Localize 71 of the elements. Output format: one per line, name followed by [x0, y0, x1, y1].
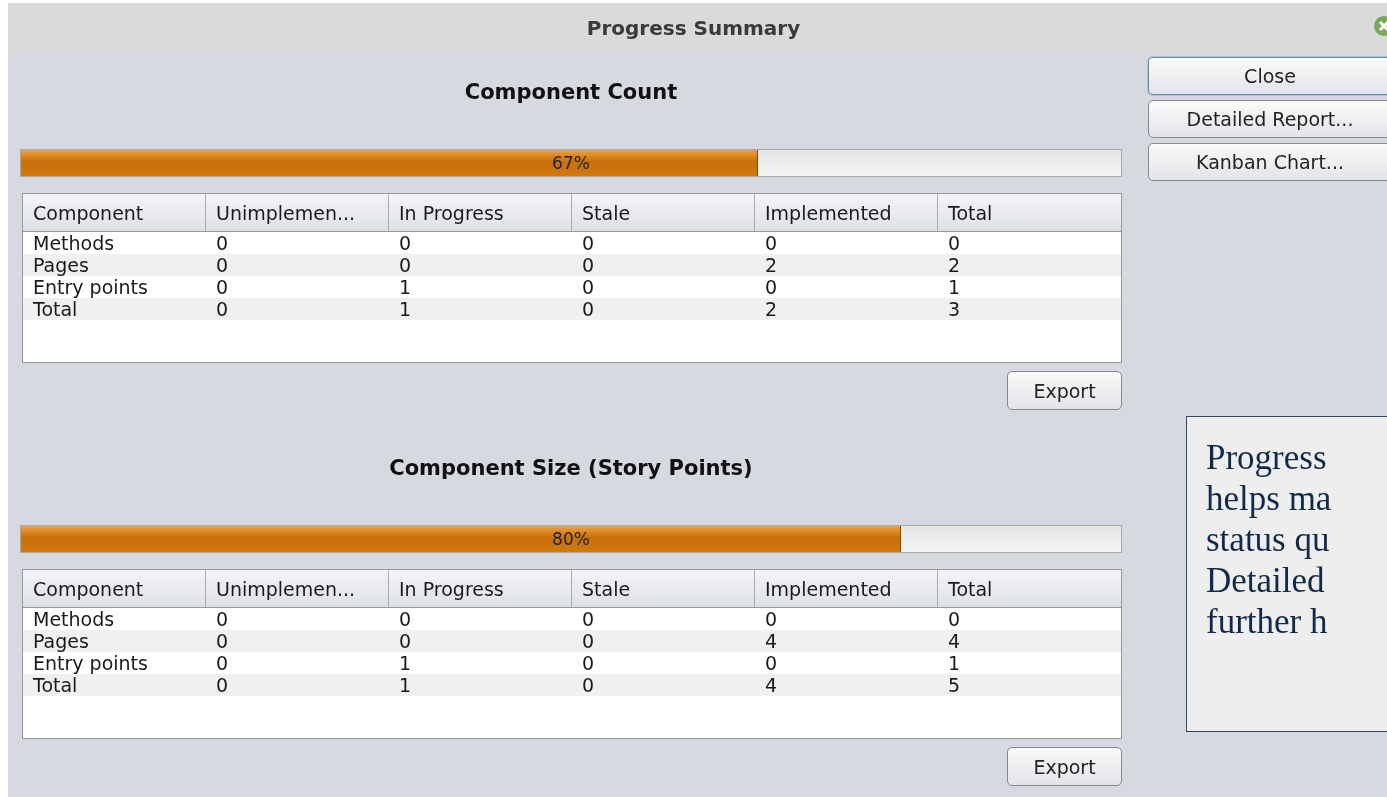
table-cell-text: 0 [581, 674, 596, 696]
table-cell-text: 0 [215, 630, 230, 652]
section-heading: Component Count [463, 80, 679, 106]
column-header[interactable]: In Progress [389, 194, 572, 231]
table-cell-text: 1 [398, 298, 413, 320]
table-cell-text: Pages [32, 254, 90, 276]
table-cell-text: 1 [947, 652, 962, 674]
table-cell-text: 0 [581, 630, 596, 652]
table-cell-text: 0 [764, 276, 779, 298]
column-header[interactable]: Implemented [755, 570, 938, 607]
table-cell-text: 0 [764, 608, 779, 630]
table-cell-text: 0 [581, 276, 596, 298]
table-cell-text: 0 [215, 652, 230, 674]
table-cell-text: 0 [581, 608, 596, 630]
section-heading: Component Size (Story Points) [388, 456, 754, 482]
callout-text: Progress helps ma status qu Detailed further h [1186, 416, 1387, 732]
table-cell-text: 0 [398, 232, 413, 254]
table-cell-text: 0 [398, 630, 413, 652]
column-header[interactable]: Total [938, 570, 1121, 607]
table-cell-text: 0 [215, 674, 230, 696]
column-header[interactable]: Component [23, 570, 206, 607]
table-cell-text: 0 [215, 254, 230, 276]
table-cell-text: 2 [764, 254, 779, 276]
table-cell-text: 4 [764, 674, 779, 696]
table-cell-text: 0 [764, 652, 779, 674]
dialog-button[interactable]: Detailed Report... [1148, 100, 1387, 138]
table-cell-text: Total [32, 674, 79, 696]
export-button[interactable]: Export [1007, 371, 1122, 410]
column-header[interactable]: Stale [572, 570, 755, 607]
column-header[interactable]: Stale [572, 194, 755, 231]
dialog-button[interactable]: Close [1148, 57, 1387, 95]
window-title: Progress Summary [586, 15, 801, 40]
column-header[interactable]: Implemented [755, 194, 938, 231]
export-button[interactable]: Export [1007, 747, 1122, 786]
table-cell-text: 0 [398, 608, 413, 630]
table-cell-text: Entry points [32, 652, 149, 674]
table-cell-text: 0 [764, 232, 779, 254]
column-header[interactable]: Unimplemen... [206, 194, 389, 231]
table-cell-text: 1 [398, 652, 413, 674]
table-cell-text: 0 [581, 232, 596, 254]
table-cell-text: 2 [947, 254, 962, 276]
table-cell-text: Methods [32, 608, 116, 630]
table-cell-text: 0 [581, 652, 596, 674]
table-cell-text: 0 [947, 608, 962, 630]
dialog-button[interactable]: Kanban Chart... [1148, 143, 1387, 181]
column-header[interactable]: Component [23, 194, 206, 231]
table-cell-text: 0 [581, 298, 596, 320]
table-cell-text: 0 [215, 276, 230, 298]
table-cell-text: Total [32, 298, 79, 320]
table-cell-text: Pages [32, 630, 90, 652]
table-cell-text: 1 [398, 674, 413, 696]
table-cell-text: 1 [947, 276, 962, 298]
table-cell-text: 2 [764, 298, 779, 320]
table-cell-text: 3 [947, 298, 962, 320]
table-cell-text: 0 [581, 254, 596, 276]
table-cell-text: 0 [947, 232, 962, 254]
table-cell-text: 1 [398, 276, 413, 298]
table-cell-text: 4 [947, 630, 962, 652]
table-cell-text: 0 [215, 298, 230, 320]
table-cell-text: 0 [398, 254, 413, 276]
table-cell-text: 0 [215, 608, 230, 630]
progress-label: 67% [552, 153, 590, 173]
column-header[interactable]: Unimplemen... [206, 570, 389, 607]
table-cell-text: 0 [215, 232, 230, 254]
table-cell-text: Entry points [32, 276, 149, 298]
table-cell-text: Methods [32, 232, 116, 254]
column-header[interactable]: In Progress [389, 570, 572, 607]
column-header[interactable]: Total [938, 194, 1121, 231]
table-cell-text: 5 [947, 674, 962, 696]
table-cell-text: 4 [764, 630, 779, 652]
progress-label: 80% [552, 529, 590, 549]
